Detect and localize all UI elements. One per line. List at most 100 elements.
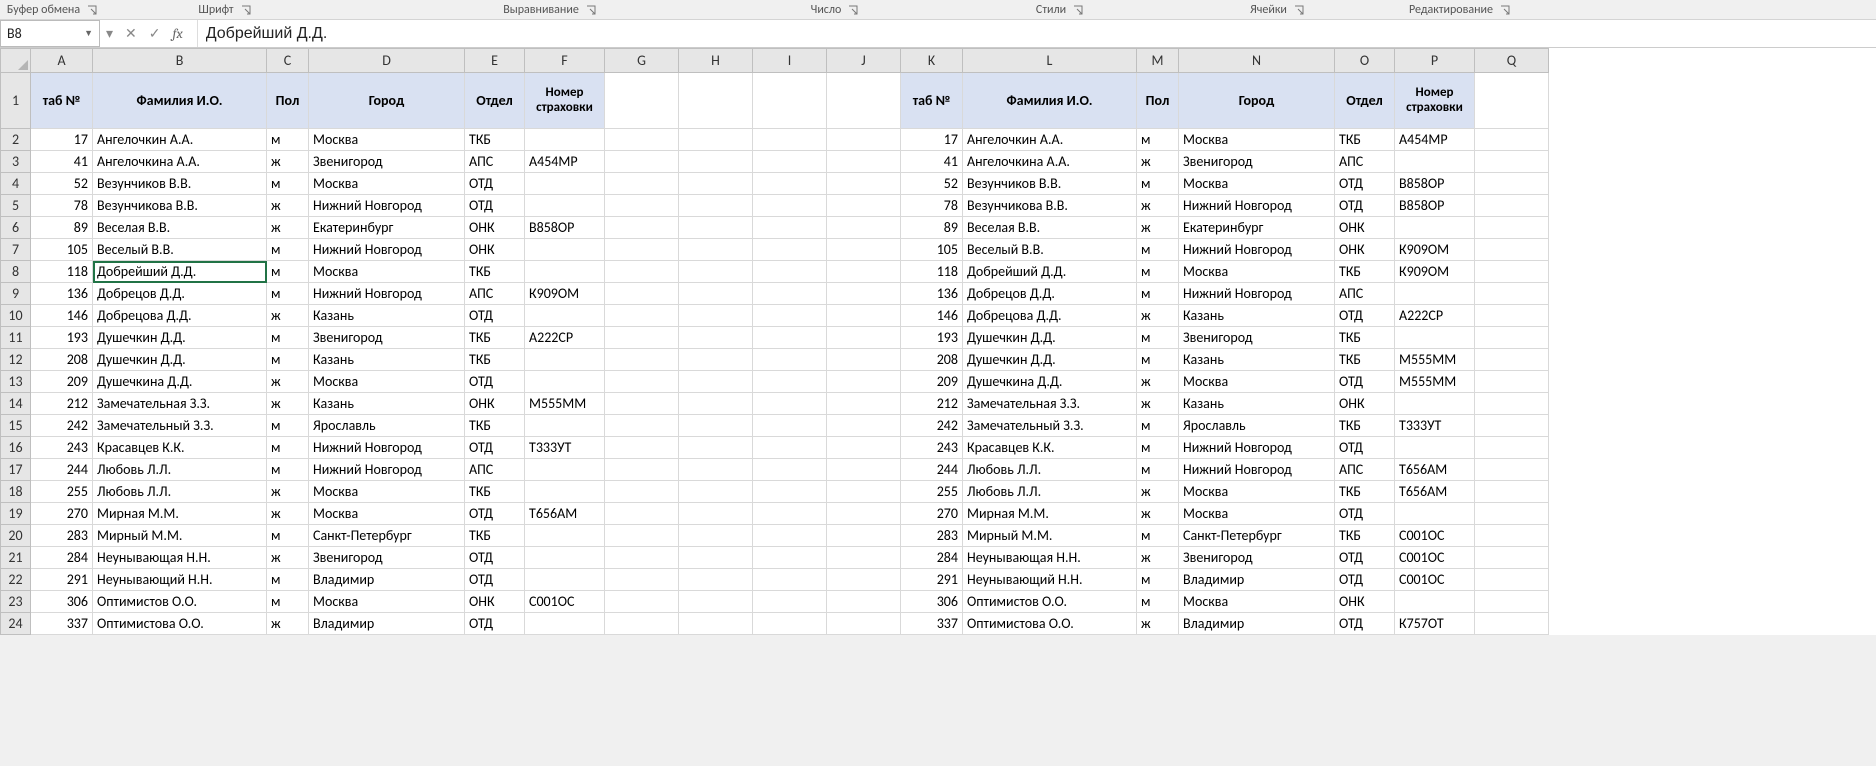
cell-F3[interactable]: А454МР (525, 151, 605, 173)
cell-F21[interactable] (525, 547, 605, 569)
cell-L4[interactable]: Везунчиков В.В. (963, 173, 1137, 195)
cell-M8[interactable]: м (1137, 261, 1179, 283)
cell-H11[interactable] (679, 327, 753, 349)
cell-I16[interactable] (753, 437, 827, 459)
cell-P1[interactable]: Номер страховки (1395, 73, 1475, 129)
cell-J18[interactable] (827, 481, 901, 503)
cell-J23[interactable] (827, 591, 901, 613)
cell-D22[interactable]: Владимир (309, 569, 465, 591)
cell-A14[interactable]: 212 (31, 393, 93, 415)
cell-L12[interactable]: Душечкин Д.Д. (963, 349, 1137, 371)
cell-G14[interactable] (605, 393, 679, 415)
cell-A13[interactable]: 209 (31, 371, 93, 393)
cell-Q12[interactable] (1475, 349, 1549, 371)
cell-L18[interactable]: Любовь Л.Л. (963, 481, 1137, 503)
row-header-5[interactable]: 5 (1, 195, 31, 217)
cell-B24[interactable]: Оптимистова О.О. (93, 613, 267, 635)
cell-G23[interactable] (605, 591, 679, 613)
cell-P20[interactable]: С001ОС (1395, 525, 1475, 547)
ribbon-expand-icon[interactable] (86, 4, 98, 16)
col-header-J[interactable]: J (827, 49, 901, 73)
cell-E9[interactable]: АПС (465, 283, 525, 305)
cell-C24[interactable]: ж (267, 613, 309, 635)
cell-H19[interactable] (679, 503, 753, 525)
cell-I17[interactable] (753, 459, 827, 481)
cell-H12[interactable] (679, 349, 753, 371)
col-header-G[interactable]: G (605, 49, 679, 73)
cell-C2[interactable]: м (267, 129, 309, 151)
cell-K10[interactable]: 146 (901, 305, 963, 327)
cell-B12[interactable]: Душечкин Д.Д. (93, 349, 267, 371)
cell-B22[interactable]: Неунывающий Н.Н. (93, 569, 267, 591)
cell-M4[interactable]: м (1137, 173, 1179, 195)
cell-P13[interactable]: М555ММ (1395, 371, 1475, 393)
cell-I13[interactable] (753, 371, 827, 393)
cell-C18[interactable]: ж (267, 481, 309, 503)
cell-C13[interactable]: ж (267, 371, 309, 393)
cell-K13[interactable]: 209 (901, 371, 963, 393)
cell-C10[interactable]: ж (267, 305, 309, 327)
cell-H15[interactable] (679, 415, 753, 437)
cell-M17[interactable]: м (1137, 459, 1179, 481)
cell-I23[interactable] (753, 591, 827, 613)
cell-E15[interactable]: ТКБ (465, 415, 525, 437)
cell-H4[interactable] (679, 173, 753, 195)
cell-N16[interactable]: Нижний Новгород (1179, 437, 1335, 459)
cell-K23[interactable]: 306 (901, 591, 963, 613)
cell-H24[interactable] (679, 613, 753, 635)
row-header-22[interactable]: 22 (1, 569, 31, 591)
cell-Q10[interactable] (1475, 305, 1549, 327)
cell-E20[interactable]: ТКБ (465, 525, 525, 547)
cell-L5[interactable]: Везунчикова В.В. (963, 195, 1137, 217)
row-header-3[interactable]: 3 (1, 151, 31, 173)
cell-A2[interactable]: 17 (31, 129, 93, 151)
cell-G6[interactable] (605, 217, 679, 239)
cell-G10[interactable] (605, 305, 679, 327)
cell-N24[interactable]: Владимир (1179, 613, 1335, 635)
cell-D24[interactable]: Владимир (309, 613, 465, 635)
cell-H2[interactable] (679, 129, 753, 151)
cell-H14[interactable] (679, 393, 753, 415)
cell-H21[interactable] (679, 547, 753, 569)
cell-F9[interactable]: К909ОМ (525, 283, 605, 305)
cell-H5[interactable] (679, 195, 753, 217)
cell-N10[interactable]: Казань (1179, 305, 1335, 327)
cell-Q16[interactable] (1475, 437, 1549, 459)
row-header-19[interactable]: 19 (1, 503, 31, 525)
cell-F10[interactable] (525, 305, 605, 327)
cell-Q14[interactable] (1475, 393, 1549, 415)
cell-O1[interactable]: Отдел (1335, 73, 1395, 129)
cell-M19[interactable]: ж (1137, 503, 1179, 525)
cell-A12[interactable]: 208 (31, 349, 93, 371)
cell-P21[interactable]: С001ОС (1395, 547, 1475, 569)
cell-D8[interactable]: Москва (309, 261, 465, 283)
cell-J5[interactable] (827, 195, 901, 217)
cell-Q1[interactable] (1475, 73, 1549, 129)
row-header-18[interactable]: 18 (1, 481, 31, 503)
cell-D6[interactable]: Екатеринбург (309, 217, 465, 239)
cell-O12[interactable]: ТКБ (1335, 349, 1395, 371)
cell-K11[interactable]: 193 (901, 327, 963, 349)
cell-E21[interactable]: ОТД (465, 547, 525, 569)
cell-P10[interactable]: А222СР (1395, 305, 1475, 327)
ribbon-expand-icon[interactable] (240, 4, 252, 16)
cell-C11[interactable]: м (267, 327, 309, 349)
cell-Q5[interactable] (1475, 195, 1549, 217)
cell-E22[interactable]: ОТД (465, 569, 525, 591)
cell-F6[interactable]: В858ОР (525, 217, 605, 239)
cell-O21[interactable]: ОТД (1335, 547, 1395, 569)
row-header-4[interactable]: 4 (1, 173, 31, 195)
cell-O13[interactable]: ОТД (1335, 371, 1395, 393)
cell-C19[interactable]: ж (267, 503, 309, 525)
cell-N23[interactable]: Москва (1179, 591, 1335, 613)
cell-M6[interactable]: ж (1137, 217, 1179, 239)
cell-N9[interactable]: Нижний Новгород (1179, 283, 1335, 305)
row-header-10[interactable]: 10 (1, 305, 31, 327)
cell-I3[interactable] (753, 151, 827, 173)
cell-A4[interactable]: 52 (31, 173, 93, 195)
row-header-6[interactable]: 6 (1, 217, 31, 239)
cell-P5[interactable]: В858ОР (1395, 195, 1475, 217)
cell-A5[interactable]: 78 (31, 195, 93, 217)
cell-D13[interactable]: Москва (309, 371, 465, 393)
cell-B16[interactable]: Красавцев К.К. (93, 437, 267, 459)
